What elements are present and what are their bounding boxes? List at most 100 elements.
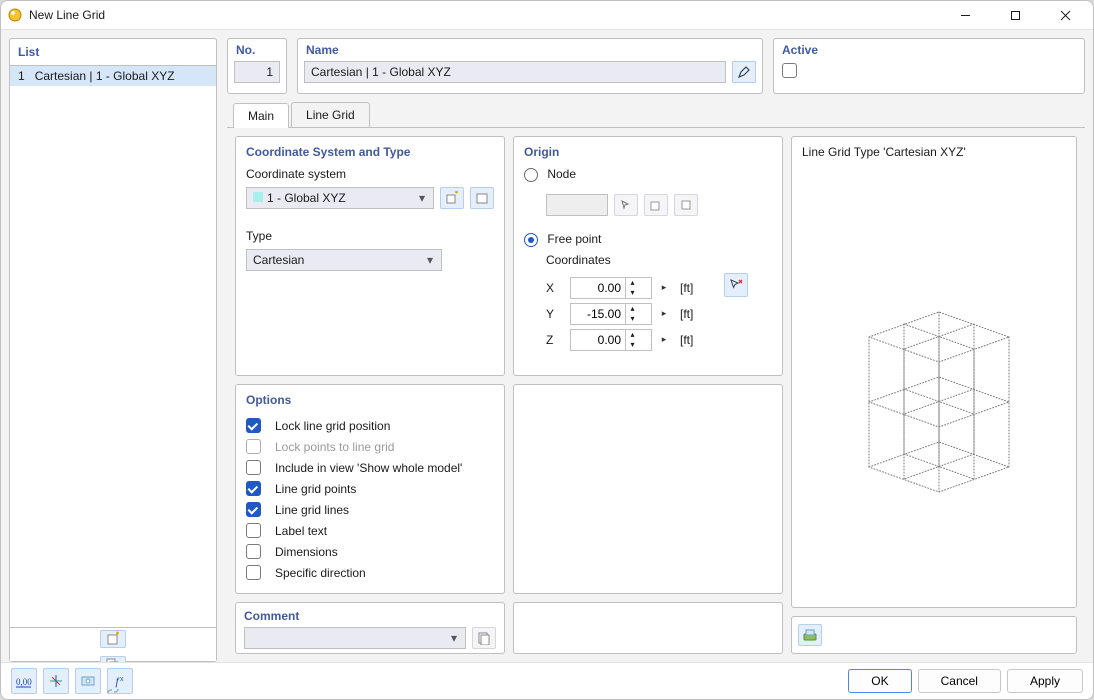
active-panel: Active <box>773 38 1085 94</box>
svg-text:0,00: 0,00 <box>16 677 32 687</box>
coord-x-input[interactable]: ▴▾ <box>570 277 652 299</box>
active-checkbox[interactable] <box>782 63 797 78</box>
apply-button[interactable]: Apply <box>1007 669 1083 693</box>
option-checkbox[interactable] <box>246 565 261 580</box>
origin-node-label: Node <box>547 167 576 181</box>
list-header-label: List <box>18 45 39 59</box>
step-menu-button[interactable]: ▸ <box>658 303 670 325</box>
tab-content: Coordinate System and Type Coordinate sy… <box>227 128 1085 662</box>
options-panel: Options Lock line grid position Lock poi… <box>235 384 505 594</box>
node-new-button <box>644 194 668 216</box>
spin-up-icon[interactable]: ▴ <box>625 278 639 288</box>
option-checkbox[interactable] <box>246 502 261 517</box>
active-label: Active <box>782 43 818 57</box>
dialog-footer: 0,00 ƒx OK Cancel Apply <box>1 662 1093 699</box>
coord-heading: Coordinate System and Type <box>246 145 494 159</box>
type-combobox[interactable]: Cartesian ▾ <box>246 249 442 271</box>
cancel-button[interactable]: Cancel <box>918 669 1001 693</box>
svg-text:x: x <box>120 676 124 683</box>
option-checkbox[interactable] <box>246 523 261 538</box>
comment-attach-button[interactable] <box>472 627 496 649</box>
origin-heading: Origin <box>524 145 772 159</box>
window-minimize-button[interactable] <box>943 1 987 29</box>
tab-line-grid[interactable]: Line Grid <box>291 102 370 127</box>
origin-free-point-radio[interactable] <box>524 233 538 247</box>
option-label: Include in view 'Show whole model' <box>275 461 462 475</box>
window-maximize-button[interactable] <box>993 1 1037 29</box>
option-checkbox[interactable] <box>246 544 261 559</box>
comment-combobox[interactable]: ▾ <box>244 627 466 649</box>
option-label: Line grid points <box>275 482 356 496</box>
list-panel: List 1 Cartesian | 1 - Global XYZ <box>9 38 217 662</box>
spin-down-icon[interactable]: ▾ <box>625 314 639 324</box>
number-label: No. <box>236 43 255 57</box>
blank-panel <box>513 384 783 594</box>
ok-button[interactable]: OK <box>848 669 911 693</box>
cs-swatch-icon <box>253 192 263 202</box>
coord-system-panel: Coordinate System and Type Coordinate sy… <box>235 136 505 376</box>
coord-y-value[interactable] <box>571 307 625 321</box>
title-bar: New Line Grid <box>1 1 1093 30</box>
type-label: Type <box>246 229 494 243</box>
coord-y-input[interactable]: ▴▾ <box>570 303 652 325</box>
step-menu-button[interactable]: ▸ <box>658 329 670 351</box>
option-checkbox[interactable] <box>246 460 261 475</box>
dialog-body: List 1 Cartesian | 1 - Global XYZ <box>1 30 1093 662</box>
units-button[interactable]: 0,00 <box>11 668 37 694</box>
window-close-button[interactable] <box>1043 1 1087 29</box>
edit-cs-button[interactable] <box>470 187 494 209</box>
preview-settings-button[interactable] <box>798 624 822 646</box>
spin-up-icon[interactable]: ▴ <box>625 330 639 340</box>
app-icon <box>7 7 23 23</box>
name-field[interactable]: Cartesian | 1 - Global XYZ <box>304 61 726 83</box>
coord-z-unit: [ft] <box>680 333 710 347</box>
spin-down-icon[interactable]: ▾ <box>625 288 639 298</box>
spin-up-icon[interactable]: ▴ <box>625 304 639 314</box>
right-column: No. 1 Name Cartesian | 1 - Global XYZ <box>227 38 1085 662</box>
cs-label: Coordinate system <box>246 167 494 181</box>
comment-heading: Comment <box>244 609 496 623</box>
list-body[interactable]: 1 Cartesian | 1 - Global XYZ <box>10 66 216 627</box>
coord-axis-x: X <box>546 281 564 295</box>
left-two-columns: Coordinate System and Type Coordinate sy… <box>235 136 783 654</box>
origin-node-radio[interactable] <box>524 168 538 182</box>
coord-x-value[interactable] <box>571 281 625 295</box>
origin-panel: Origin Node <box>513 136 783 376</box>
work-plane-button[interactable] <box>43 668 69 694</box>
coord-z-value[interactable] <box>571 333 625 347</box>
tab-main[interactable]: Main <box>233 103 289 128</box>
pick-point-button[interactable] <box>724 273 748 297</box>
option-checkbox[interactable] <box>246 481 261 496</box>
option-label: Lock line grid position <box>275 419 390 433</box>
main-area: Main Line Grid Coordinate System and Typ… <box>227 102 1085 662</box>
step-menu-button[interactable]: ▸ <box>658 277 670 299</box>
coords-label: Coordinates <box>546 253 772 267</box>
preview-viewport[interactable] <box>792 167 1076 607</box>
option-checkbox[interactable] <box>246 418 261 433</box>
new-item-button[interactable] <box>100 630 126 648</box>
name-panel: Name Cartesian | 1 - Global XYZ <box>297 38 763 94</box>
preview-heading: Line Grid Type 'Cartesian XYZ' <box>792 137 1076 167</box>
type-value: Cartesian <box>253 253 304 267</box>
cs-value: 1 - Global XYZ <box>267 191 346 205</box>
spin-down-icon[interactable]: ▾ <box>625 340 639 350</box>
option-checkbox <box>246 439 261 454</box>
new-cs-button[interactable] <box>440 187 464 209</box>
node-edit-button <box>674 194 698 216</box>
view-button[interactable] <box>75 668 101 694</box>
number-panel: No. 1 <box>227 38 287 94</box>
chevron-down-icon: ▾ <box>423 253 437 267</box>
list-toolbar <box>10 627 216 661</box>
cs-combobox[interactable]: 1 - Global XYZ ▾ <box>246 187 434 209</box>
coord-z-input[interactable]: ▴▾ <box>570 329 652 351</box>
chevron-down-icon: ▾ <box>447 631 461 645</box>
name-label: Name <box>306 43 339 57</box>
number-field[interactable]: 1 <box>234 61 280 83</box>
coord-row-y: Y ▴▾ ▸ [ft] <box>546 303 710 325</box>
option-row: Lock points to line grid <box>246 436 494 457</box>
preview-toolbar <box>791 616 1077 654</box>
edit-name-button[interactable] <box>732 61 756 83</box>
node-pick-button <box>614 194 638 216</box>
list-item[interactable]: 1 Cartesian | 1 - Global XYZ <box>10 66 216 86</box>
option-row: Label text <box>246 520 494 541</box>
